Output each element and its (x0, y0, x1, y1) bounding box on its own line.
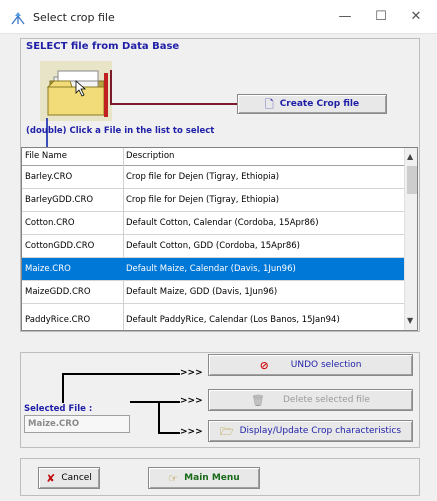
display-crop-characteristics-button[interactable]: 🗁 Display/Update Crop characteristics (208, 420, 413, 442)
window-title: Select crop file (33, 11, 115, 24)
selected-file-field: Maize.CRO (24, 415, 130, 433)
selected-file-label: Selected File : (24, 404, 93, 414)
file-description: Default Maize, Calendar (Davis, 1Jun96) (126, 264, 296, 274)
file-description: Default Cotton, Calendar (Cordoba, 15Apr… (126, 218, 319, 228)
connector-line (130, 401, 180, 403)
list-item[interactable]: BarleyGDD.CRO Crop file for Dejen (Tigra… (22, 189, 404, 212)
main-menu-button[interactable]: ☞ Main Menu (148, 467, 260, 489)
new-file-icon: 🗋 (264, 97, 274, 111)
list-item[interactable]: Barley.CRO Crop file for Dejen (Tigray, … (22, 166, 404, 189)
scroll-thumb[interactable] (407, 166, 417, 194)
create-crop-file-button[interactable]: 🗋 Create Crop file (237, 94, 387, 114)
column-header-file-name[interactable]: File Name (25, 151, 67, 161)
file-name: PaddyRice.CRO (25, 315, 91, 325)
open-folder-icon: 🗁 (219, 424, 234, 438)
panel-title: SELECT file from Data Base (26, 41, 180, 52)
scroll-down-icon[interactable]: ▼ (407, 316, 413, 325)
pointing-hand-icon: ☞ (168, 471, 179, 485)
file-name: BarleyGDD.CRO (25, 195, 94, 205)
list-scrollbar[interactable]: ▲ ▼ (404, 148, 417, 330)
list-item-selected[interactable]: Maize.CRO Default Maize, Calendar (Davis… (22, 258, 404, 281)
scroll-up-icon[interactable]: ▲ (407, 152, 413, 161)
maximize-icon[interactable]: ☐ (370, 7, 392, 27)
folder-icon (40, 61, 112, 121)
minimize-icon[interactable]: — (334, 7, 356, 27)
list-item[interactable]: CottonGDD.CRO Default Cotton, GDD (Cordo… (22, 235, 404, 258)
file-name: Barley.CRO (25, 172, 73, 182)
file-name: MaizeGDD.CRO (25, 287, 91, 297)
title-bar: Select crop file — ☐ ✕ (0, 0, 437, 34)
arrow-indicator: >>> (180, 427, 203, 437)
file-description: Default Cotton, GDD (Cordoba, 15Apr86) (126, 241, 300, 251)
crop-file-list[interactable]: File Name Description Barley.CRO Crop fi… (21, 147, 418, 331)
app-icon (11, 12, 25, 25)
close-icon[interactable]: ✕ (405, 7, 427, 27)
file-description: Crop file for Dejen (Tigray, Ethiopia) (126, 172, 280, 182)
connector-line (62, 373, 180, 375)
connector-line (158, 401, 160, 433)
delete-selected-file-button[interactable]: 🗑 Delete selected file (208, 389, 413, 411)
connector-line (158, 432, 180, 434)
file-name: CottonGDD.CRO (25, 241, 95, 251)
connector-line (62, 373, 64, 403)
file-description: Default Maize, GDD (Davis, 1Jun96) (126, 287, 278, 297)
list-header: File Name Description (22, 148, 404, 166)
arrow-indicator: >>> (180, 396, 203, 406)
column-header-description[interactable]: Description (126, 151, 174, 161)
list-item[interactable]: Cotton.CRO Default Cotton, Calendar (Cor… (22, 212, 404, 235)
list-item[interactable]: MaizeGDD.CRO Default Maize, GDD (Davis, … (22, 281, 404, 304)
trash-icon: 🗑 (251, 393, 265, 407)
connector-line (110, 70, 112, 105)
prohibited-icon: ⊘ (259, 358, 269, 372)
file-name: Cotton.CRO (25, 218, 75, 228)
undo-selection-button[interactable]: ⊘ UNDO selection (208, 354, 413, 376)
list-item[interactable]: PaddyRice.CRO Default PaddyRice, Calenda… (22, 304, 404, 330)
connector-line (110, 103, 238, 105)
file-description: Crop file for Dejen (Tigray, Ethiopia) (126, 195, 280, 205)
x-icon: ✘ (46, 471, 56, 485)
instruction-text: (double) Click a File in the list to sel… (26, 126, 215, 136)
file-name: Maize.CRO (25, 264, 71, 274)
cancel-button[interactable]: ✘ Cancel (38, 467, 100, 489)
file-description: Default PaddyRice, Calendar (Los Banos, … (126, 315, 340, 325)
arrow-indicator: >>> (180, 368, 203, 378)
